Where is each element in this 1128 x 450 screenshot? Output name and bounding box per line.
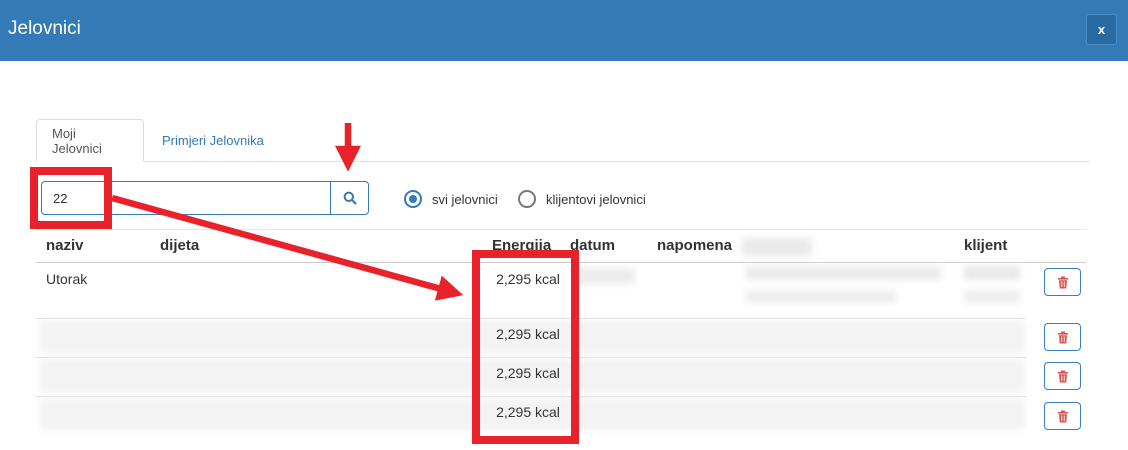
annotation-arrow-diagonal xyxy=(111,194,464,301)
annotation-arrows xyxy=(111,123,464,301)
